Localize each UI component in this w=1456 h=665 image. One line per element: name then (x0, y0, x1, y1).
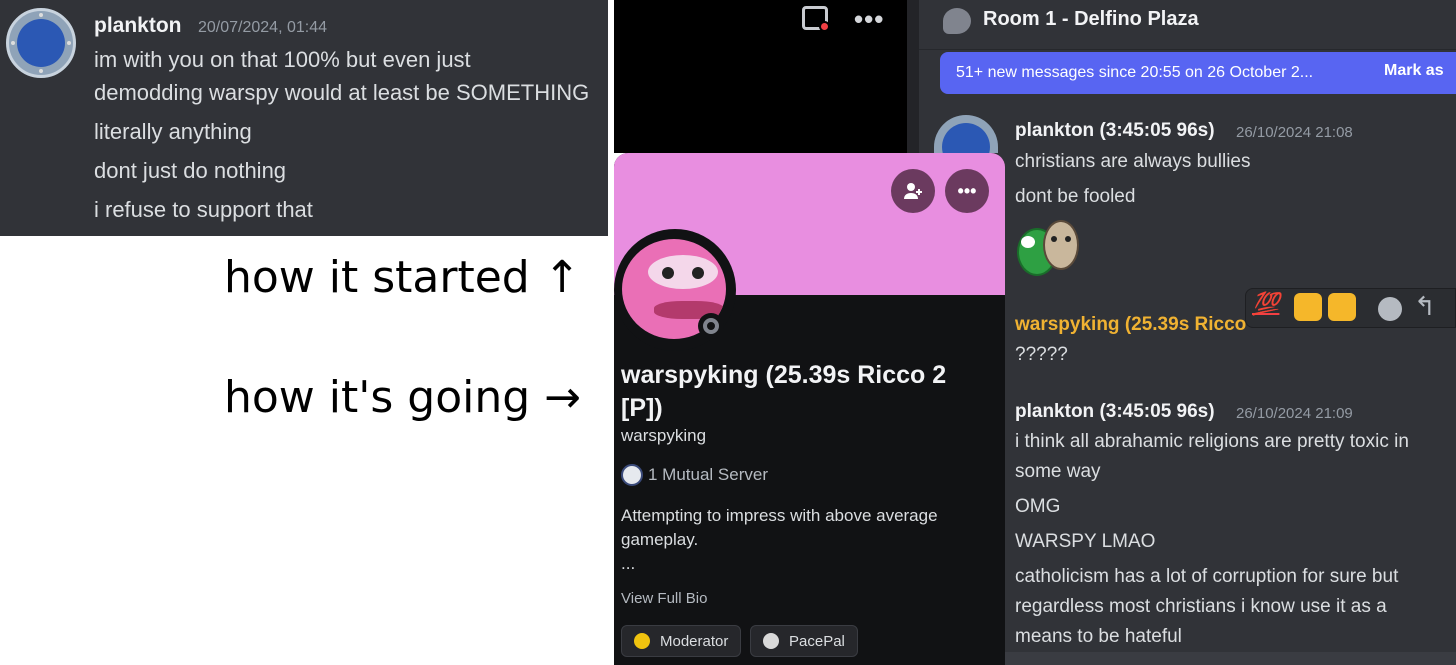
profile-bio-ellipsis: ... (621, 554, 636, 573)
reply-icon[interactable]: ↰ (1414, 291, 1436, 322)
user-profile-popout: ••• warspyking (25.39s Ricco 2 [P]) wars… (614, 153, 1005, 665)
message-author[interactable]: plankton (3:45:05 96s) (1015, 401, 1215, 423)
more-options-icon[interactable]: ••• (854, 4, 884, 35)
message-line: regardless most christians i know use it… (1015, 596, 1387, 617)
live-dot-icon (819, 21, 830, 32)
message-line: im with you on that 100% but even just (94, 47, 471, 72)
message-timestamp: 26/10/2024 21:09 (1236, 405, 1353, 422)
role-badge-moderator[interactable]: Moderator (621, 625, 742, 657)
message-line: christians are always bullies (1015, 151, 1251, 172)
thumbs-up-icon[interactable] (1294, 293, 1322, 321)
add-reaction-icon[interactable] (1378, 297, 1402, 321)
top-chat-panel: plankton 20/07/2024, 01:44 im with you o… (0, 0, 608, 236)
thumbs-down-icon[interactable] (1328, 293, 1356, 321)
role-badge-pacepal[interactable]: PacePal (750, 625, 858, 657)
message-line: ????? (1015, 344, 1068, 365)
server-icon (621, 464, 643, 486)
mark-as-read-button[interactable]: Mark as (1384, 62, 1444, 80)
more-icon[interactable]: ••• (945, 169, 989, 213)
message-line: some way (1015, 461, 1101, 482)
hover-highlight (1005, 652, 1456, 665)
message-author[interactable]: plankton (94, 14, 182, 38)
message-line: dont just do nothing (94, 158, 287, 183)
profile-display-name: warspyking (25.39s Ricco 2 (621, 361, 947, 389)
message-line: WARSPY LMAO (1015, 531, 1156, 552)
message-line: catholicism has a lot of corruption for … (1015, 566, 1399, 587)
new-messages-text: 51+ new messages since 20:55 on 26 Octob… (956, 64, 1314, 81)
role-label: PacePal (789, 632, 845, 650)
status-indicator (698, 313, 724, 339)
caption-how-it-started: how it started ↑ (224, 252, 581, 303)
channel-title: Room 1 - Delfino Plaza (983, 8, 1199, 30)
message-line: demodding warspy would at least be SOMET… (94, 80, 590, 105)
message-line: i think all abrahamic religions are pret… (1015, 431, 1409, 452)
message-author[interactable]: warspyking (25.39s Ricco (1015, 314, 1246, 336)
profile-username: warspyking (621, 426, 707, 445)
100-emoji-icon[interactable]: 💯 (1252, 291, 1279, 317)
message-author[interactable]: plankton (3:45:05 96s) (1015, 120, 1215, 142)
view-full-bio-link[interactable]: View Full Bio (621, 590, 707, 607)
message-line: literally anything (94, 119, 252, 144)
profile-bio: gameplay. (621, 530, 699, 549)
message-actions-bar: 💯 ↰ (1245, 288, 1456, 328)
channel-header: Room 1 - Delfino Plaza (919, 0, 1456, 50)
message-timestamp: 20/07/2024, 01:44 (198, 19, 328, 36)
add-friend-icon[interactable] (891, 169, 935, 213)
message-line: dont be fooled (1015, 186, 1136, 207)
message-line: i refuse to support that (94, 197, 313, 222)
role-color-dot (634, 633, 650, 649)
profile-bio: Attempting to impress with above average (621, 506, 938, 525)
role-color-dot (763, 633, 779, 649)
thread-icon (943, 8, 971, 34)
sticker-image[interactable] (1017, 218, 1081, 280)
video-area: ••• (614, 0, 907, 153)
avatar[interactable] (6, 8, 76, 78)
profile-display-name: [P]) (621, 394, 663, 422)
message-line: means to be hateful (1015, 626, 1182, 647)
caption-how-its-going: how it's going → (224, 372, 582, 423)
role-label: Moderator (660, 632, 729, 650)
message-line: OMG (1015, 496, 1061, 517)
message-timestamp: 26/10/2024 21:08 (1236, 124, 1353, 141)
mutual-servers-link[interactable]: 1 Mutual Server (648, 465, 768, 485)
new-messages-bar[interactable]: 51+ new messages since 20:55 on 26 Octob… (940, 52, 1456, 94)
divider (907, 0, 919, 153)
